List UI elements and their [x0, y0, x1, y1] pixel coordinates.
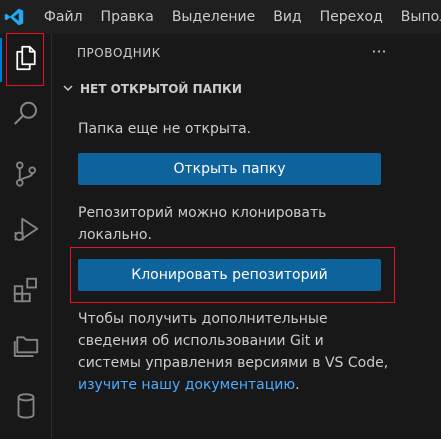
title-bar: Файл Правка Выделение Вид Переход Выпол — [0, 0, 441, 34]
extensions-icon — [11, 275, 41, 309]
vscode-logo-icon — [0, 0, 29, 34]
explorer-sidebar: ПРОВОДНИК ··· НЕТ ОТКРЫТОЙ ПАПКИ Папка е… — [52, 34, 441, 439]
menu-view[interactable]: Вид — [264, 0, 310, 34]
documentation-link[interactable]: изучите нашу документацию — [78, 377, 295, 393]
clone-text: Репозиторий можно клонировать локально. — [78, 202, 378, 246]
clone-text-line2: локально. — [78, 227, 152, 243]
menu-file[interactable]: Файл — [35, 0, 92, 34]
docs-line3: системы управления версиями в VS Code, — [78, 355, 389, 371]
activity-extensions[interactable] — [0, 266, 52, 318]
folders-icon — [11, 331, 41, 365]
no-folder-text: Папка еще не открыта. — [78, 121, 252, 137]
menu-selection[interactable]: Выделение — [163, 0, 264, 34]
docs-line1: Чтобы получить дополнительные — [78, 311, 328, 327]
run-debug-icon — [11, 215, 41, 249]
open-folder-button[interactable]: Открыть папку — [78, 153, 381, 185]
activity-folders[interactable] — [0, 322, 52, 374]
clone-highlight — [70, 247, 395, 303]
activity-run-debug[interactable] — [0, 206, 52, 258]
activity-search[interactable] — [0, 90, 52, 142]
search-icon — [11, 99, 41, 133]
activity-bar — [0, 34, 52, 439]
explorer-highlight — [6, 33, 44, 86]
more-actions-button[interactable]: ··· — [368, 40, 390, 62]
section-header[interactable]: НЕТ ОТКРЫТОЙ ПАПКИ — [60, 78, 242, 100]
database-icon — [11, 391, 41, 425]
menu-go[interactable]: Переход — [311, 0, 392, 34]
sidebar-title: ПРОВОДНИК — [77, 46, 161, 60]
menu-run[interactable]: Выпол — [392, 0, 441, 34]
activity-database[interactable] — [0, 382, 52, 434]
menu-bar: Файл Правка Выделение Вид Переход Выпол — [29, 0, 441, 34]
clone-text-line1: Репозиторий можно клонировать — [78, 205, 327, 221]
menu-edit[interactable]: Правка — [92, 0, 163, 34]
section-title: НЕТ ОТКРЫТОЙ ПАПКИ — [80, 82, 242, 96]
source-control-icon — [11, 159, 41, 193]
docs-end: . — [295, 377, 300, 393]
activity-source-control[interactable] — [0, 150, 52, 202]
chevron-down-icon — [60, 80, 80, 99]
docs-text: Чтобы получить дополнительные сведения о… — [78, 308, 418, 396]
docs-line2: сведения об использовании Git и — [78, 333, 324, 349]
